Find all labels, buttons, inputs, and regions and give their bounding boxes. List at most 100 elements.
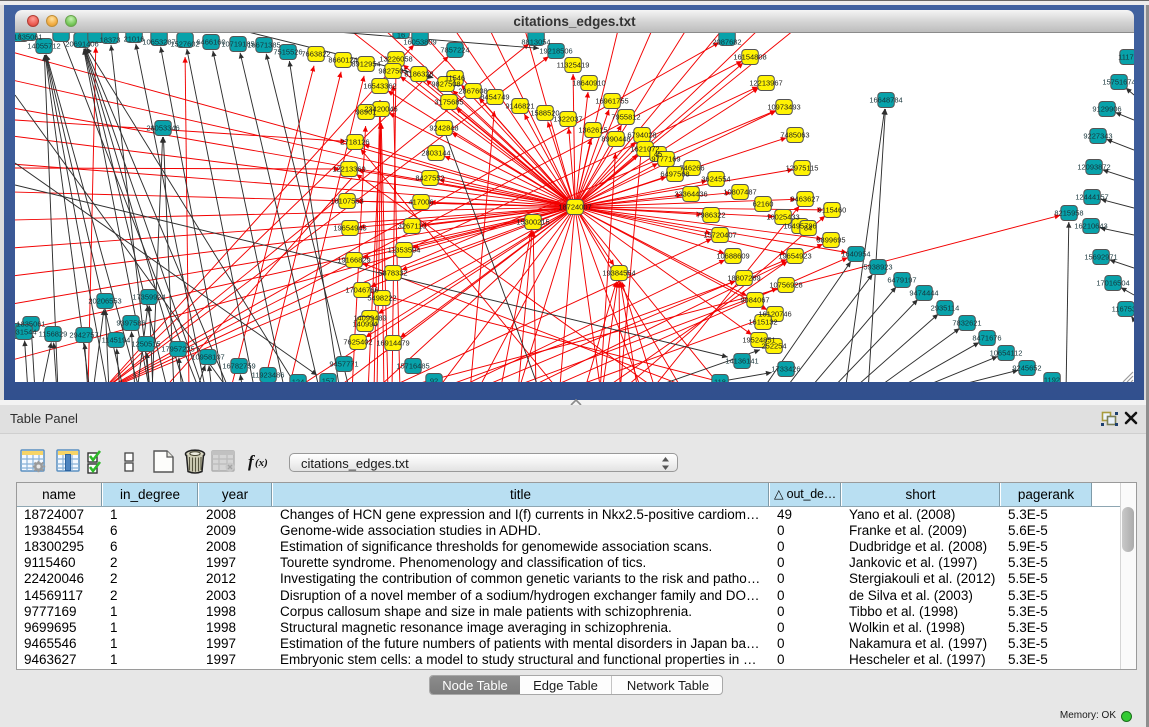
svg-text:2803144: 2803144 bbox=[421, 149, 450, 158]
svg-text:9084067: 9084067 bbox=[740, 296, 769, 305]
svg-text:12444157: 12444157 bbox=[1075, 193, 1108, 202]
svg-text:9242848: 9242848 bbox=[429, 124, 458, 133]
svg-text:7955812: 7955812 bbox=[611, 113, 640, 122]
svg-text:1145194: 1145194 bbox=[102, 336, 131, 345]
svg-text:16543362: 16543362 bbox=[363, 82, 396, 91]
svg-text:9245652: 9245652 bbox=[1012, 364, 1041, 373]
svg-text:23364436: 23364436 bbox=[674, 190, 707, 199]
svg-text:8215958: 8215958 bbox=[1054, 209, 1083, 218]
svg-text:19384554: 19384554 bbox=[602, 269, 635, 278]
svg-text:9115460: 9115460 bbox=[818, 206, 847, 215]
svg-text:21016: 21016 bbox=[124, 35, 145, 44]
svg-text:20691406: 20691406 bbox=[65, 40, 98, 49]
svg-text:9397586: 9397586 bbox=[116, 319, 145, 328]
svg-text:15692971: 15692971 bbox=[1084, 253, 1117, 262]
svg-text:11353594: 11353594 bbox=[388, 246, 421, 255]
svg-text:7986322: 7986322 bbox=[696, 211, 725, 220]
svg-text:15751674: 15751674 bbox=[1102, 78, 1134, 87]
svg-text:5878332: 5878332 bbox=[378, 269, 407, 278]
svg-text:1527602: 1527602 bbox=[170, 40, 199, 49]
svg-text:(x): (x) bbox=[255, 457, 268, 469]
svg-text:13226058: 13226058 bbox=[379, 55, 412, 64]
svg-text:2087682: 2087682 bbox=[712, 38, 741, 47]
svg-text:28053346: 28053346 bbox=[146, 124, 179, 133]
svg-text:10973493: 10973493 bbox=[767, 103, 800, 112]
svg-text:2935114: 2935114 bbox=[931, 304, 960, 313]
svg-text:15716485: 15716485 bbox=[396, 362, 429, 371]
svg-text:16053809: 16053809 bbox=[403, 38, 436, 47]
svg-text:8427552: 8427552 bbox=[415, 174, 444, 183]
svg-text:931544: 931544 bbox=[15, 328, 37, 337]
svg-text:16107553: 16107553 bbox=[330, 197, 363, 206]
svg-text:8990448: 8990448 bbox=[601, 135, 630, 144]
svg-text:11923486: 11923486 bbox=[252, 371, 285, 380]
svg-text:17359924: 17359924 bbox=[132, 293, 165, 302]
svg-text:18640910: 18640910 bbox=[572, 79, 605, 88]
svg-text:8912954: 8912954 bbox=[351, 60, 380, 69]
svg-text:1322037: 1322037 bbox=[553, 115, 582, 124]
svg-text:15300215: 15300215 bbox=[516, 218, 549, 227]
svg-text:7663822: 7663822 bbox=[301, 50, 330, 59]
svg-text:14055712: 14055712 bbox=[27, 42, 60, 51]
svg-text:84: 84 bbox=[804, 224, 812, 233]
svg-text:12213967: 12213967 bbox=[749, 79, 782, 88]
svg-text:10688609: 10688609 bbox=[716, 252, 749, 261]
svg-text:9129906: 9129906 bbox=[1092, 105, 1121, 114]
svg-text:16210643: 16210643 bbox=[1074, 222, 1107, 231]
svg-text:1167531: 1167531 bbox=[1112, 305, 1134, 314]
svg-text:12213369: 12213369 bbox=[332, 165, 365, 174]
svg-text:7515526: 7515526 bbox=[273, 48, 302, 57]
svg-text:3267110: 3267110 bbox=[398, 222, 427, 231]
svg-text:7625402: 7625402 bbox=[343, 338, 372, 347]
svg-text:18807289: 18807289 bbox=[727, 274, 760, 283]
svg-text:9827505: 9827505 bbox=[378, 67, 407, 76]
svg-text:5498222: 5498222 bbox=[367, 294, 396, 303]
svg-text:15720407: 15720407 bbox=[703, 231, 736, 240]
svg-text:3175685: 3175685 bbox=[434, 98, 463, 107]
svg-text:417006: 417006 bbox=[408, 198, 433, 207]
svg-text:10958107: 10958107 bbox=[191, 353, 224, 362]
svg-text:157: 157 bbox=[322, 377, 335, 383]
svg-text:1640954: 1640954 bbox=[841, 250, 870, 259]
svg-text:11325419: 11325419 bbox=[557, 61, 590, 70]
svg-text:2718126: 2718126 bbox=[340, 138, 369, 147]
svg-text:7832621: 7832621 bbox=[952, 319, 981, 328]
svg-text:19654945: 19654945 bbox=[333, 224, 366, 233]
svg-text:18373: 18373 bbox=[100, 36, 121, 45]
svg-text:16648784: 16648784 bbox=[869, 96, 902, 105]
svg-text:18724007: 18724007 bbox=[558, 203, 591, 212]
svg-text:1192: 1192 bbox=[1044, 376, 1060, 383]
svg-text:6794028: 6794028 bbox=[627, 131, 656, 140]
svg-text:16154808: 16154808 bbox=[733, 53, 766, 62]
svg-text:9899695: 9899695 bbox=[816, 236, 845, 245]
svg-text:1615132: 1615132 bbox=[748, 318, 777, 327]
svg-text:1250515: 1250515 bbox=[131, 340, 160, 349]
svg-text:62160: 62160 bbox=[753, 200, 774, 209]
svg-text:10756928: 10756928 bbox=[769, 281, 802, 290]
svg-text:20206553: 20206553 bbox=[88, 297, 121, 306]
svg-text:1362615: 1362615 bbox=[578, 126, 607, 135]
svg-text:252254: 252254 bbox=[761, 342, 786, 351]
svg-text:12093872: 12093872 bbox=[1077, 163, 1110, 172]
svg-text:14136141: 14136141 bbox=[725, 357, 758, 366]
svg-text:16914479: 16914479 bbox=[376, 339, 409, 348]
svg-text:12975115: 12975115 bbox=[786, 164, 819, 173]
svg-text:98901: 98901 bbox=[356, 108, 377, 117]
svg-text:9827508: 9827508 bbox=[431, 80, 460, 89]
svg-text:16961755: 16961755 bbox=[595, 97, 628, 106]
svg-text:9227343: 9227343 bbox=[1083, 132, 1112, 141]
svg-text:1835061: 1835061 bbox=[15, 33, 43, 42]
svg-text:10654112: 10654112 bbox=[990, 349, 1023, 358]
svg-text:8471676: 8471676 bbox=[972, 334, 1001, 343]
svg-text:8186328: 8186328 bbox=[404, 70, 433, 79]
svg-text:19218506: 19218506 bbox=[539, 47, 572, 56]
svg-text:746266: 746266 bbox=[679, 164, 704, 173]
svg-text:19166829: 19166829 bbox=[337, 256, 370, 265]
svg-text:9777169: 9777169 bbox=[651, 155, 680, 164]
svg-text:10807487: 10807487 bbox=[723, 188, 756, 197]
svg-text:124: 124 bbox=[292, 378, 305, 383]
svg-text:7857224: 7857224 bbox=[440, 46, 469, 55]
svg-text:2942757: 2942757 bbox=[69, 331, 98, 340]
svg-text:11171: 11171 bbox=[1118, 53, 1134, 62]
svg-text:118: 118 bbox=[714, 378, 726, 383]
